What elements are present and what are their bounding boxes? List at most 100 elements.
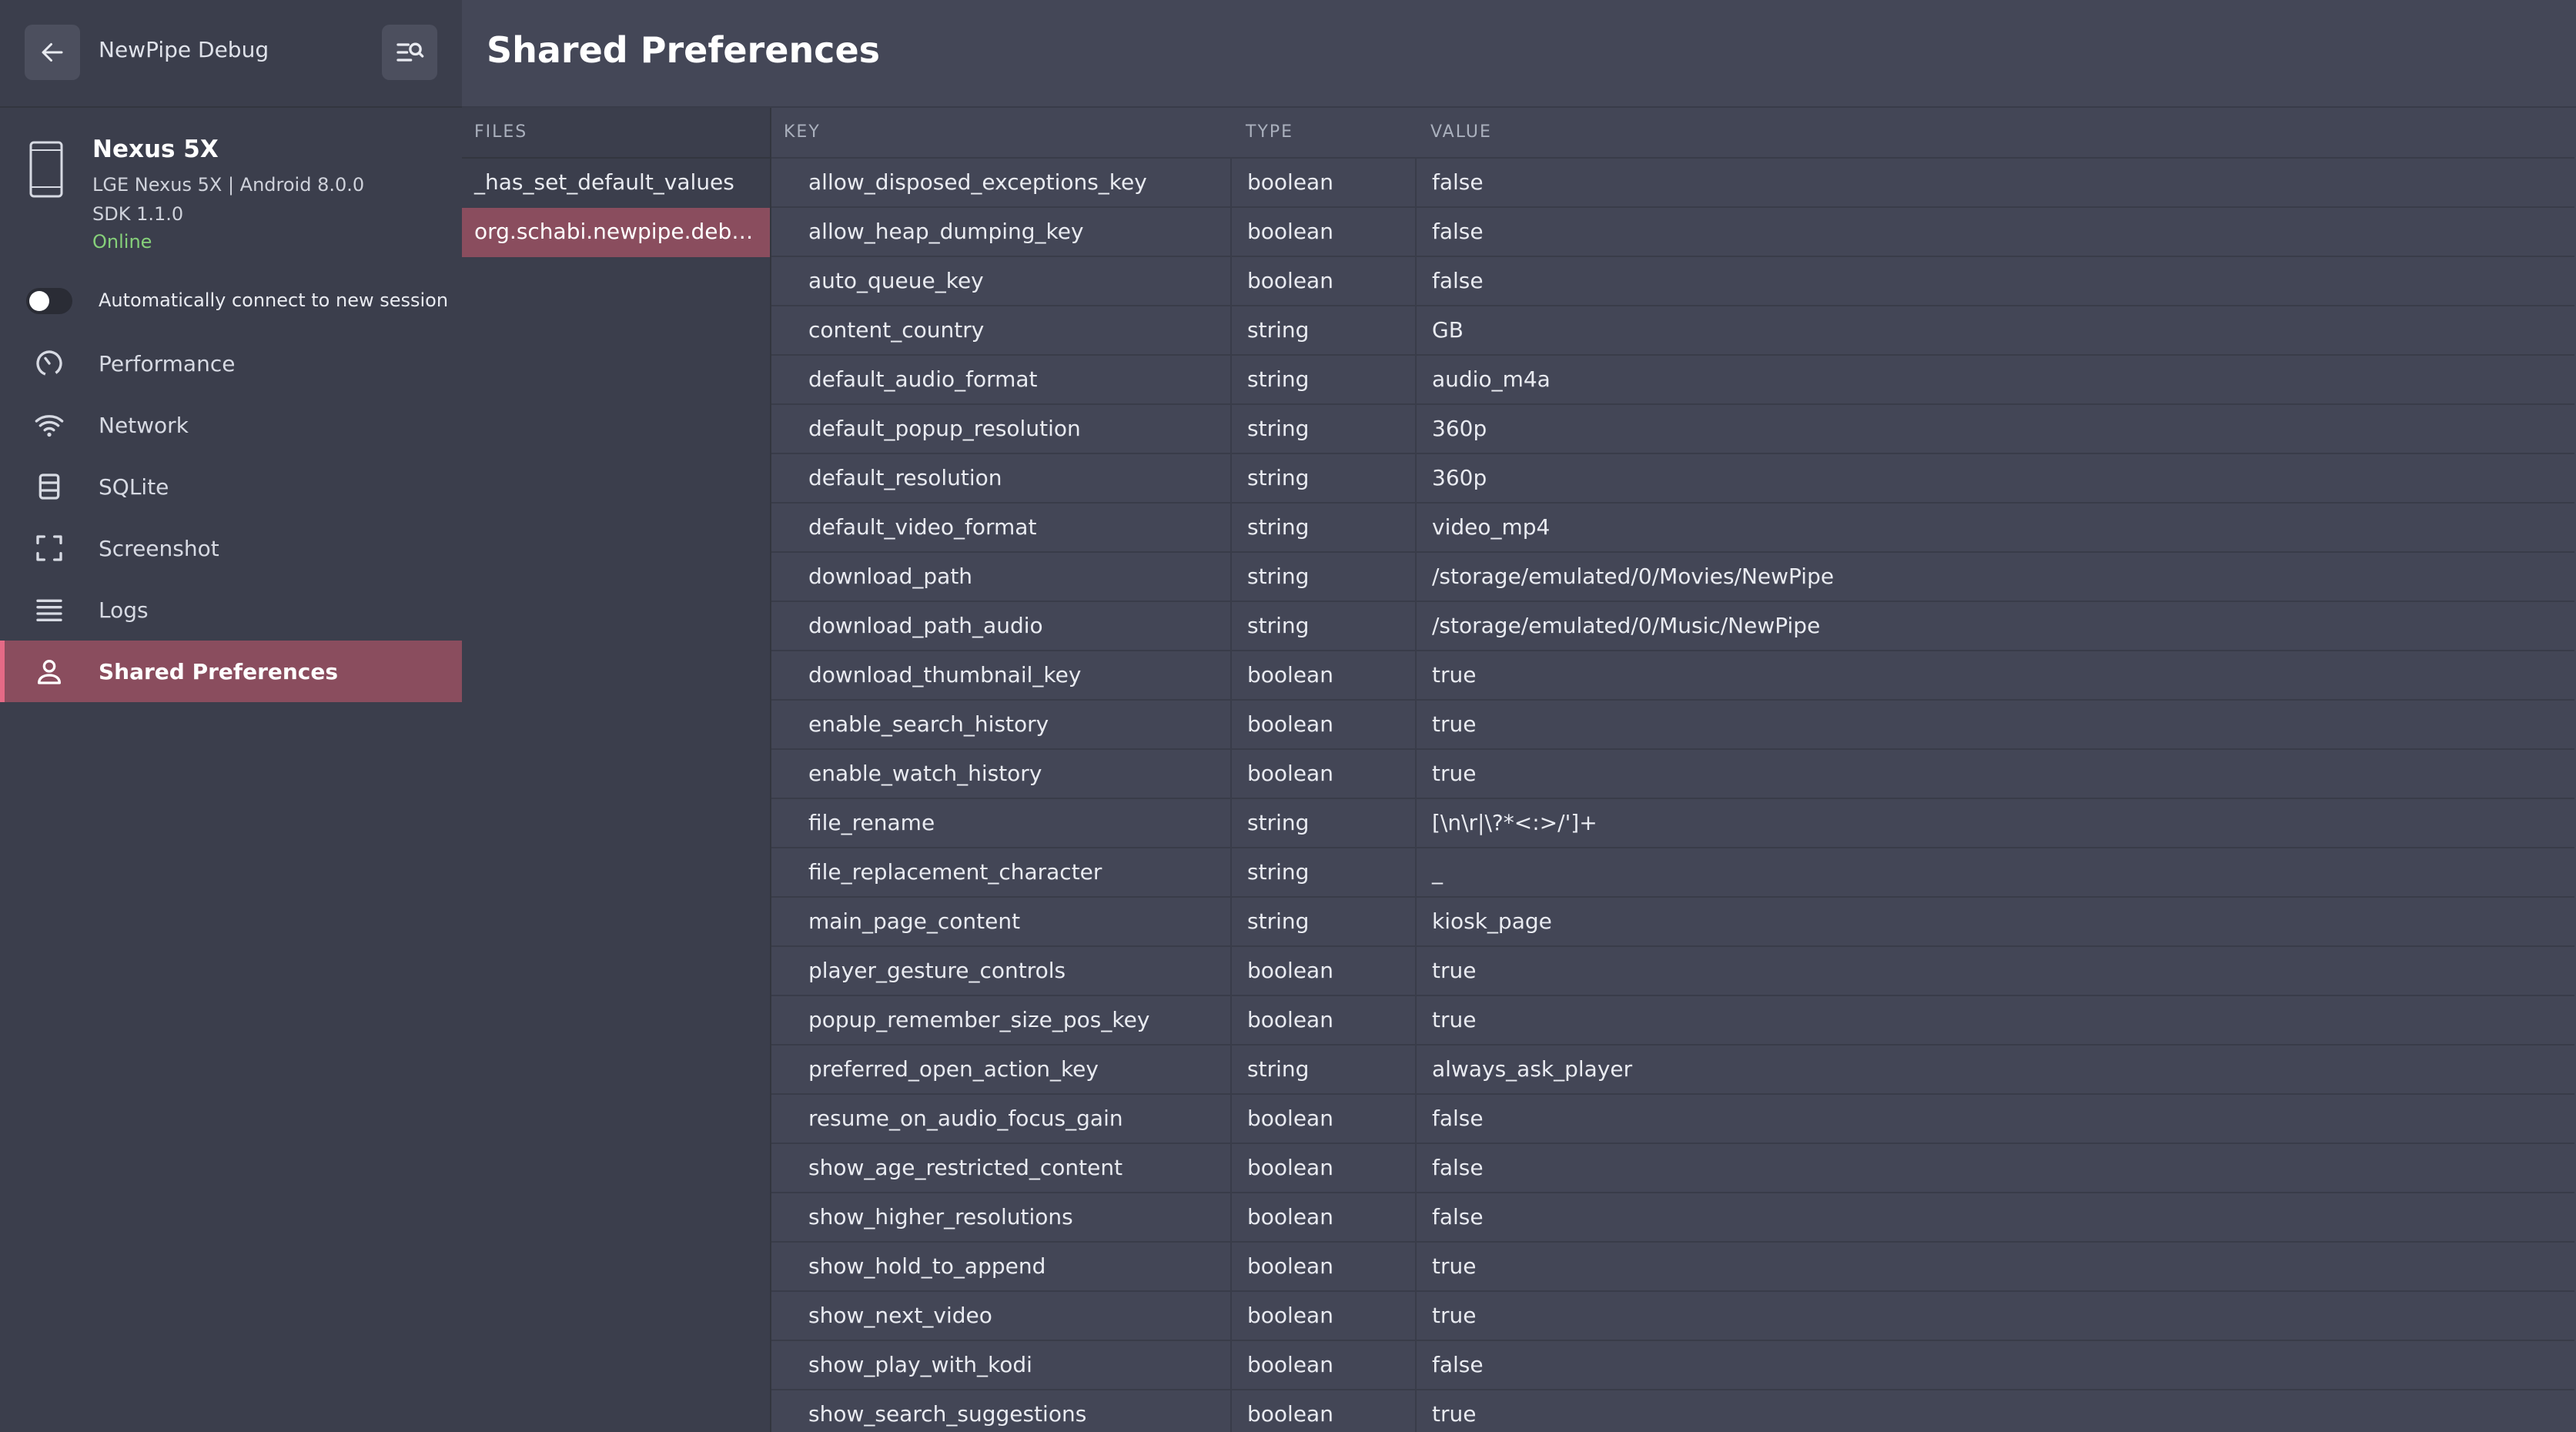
table-row[interactable]: preferred_open_action_key string always_as…: [771, 1046, 2574, 1095]
cell-type: boolean: [1230, 208, 1415, 256]
auto-connect-label: Automatically connect to new session: [99, 289, 449, 311]
cell-type: boolean: [1230, 996, 1415, 1044]
sidebar-item-logs[interactable]: Logs: [0, 579, 462, 641]
auto-connect-row: Automatically connect to new session: [0, 277, 462, 326]
cell-value: false: [1415, 1095, 2574, 1143]
cell-type: boolean: [1230, 750, 1415, 798]
table-row[interactable]: show_age_restricted_content boolean false: [771, 1144, 2574, 1193]
cell-value: audio_m4a: [1415, 356, 2574, 403]
column-header-type[interactable]: TYPE: [1246, 108, 1293, 157]
table-row[interactable]: allow_disposed_exceptions_key boolean fals…: [771, 159, 2574, 208]
table-row[interactable]: player_gesture_controls boolean true: [771, 947, 2574, 996]
cell-type: string: [1230, 799, 1415, 847]
table-row[interactable]: file_rename string [\n\r|\?*<:>/']+: [771, 799, 2574, 848]
cell-key: allow_disposed_exceptions_key: [808, 169, 1147, 195]
cell-value: video_mp4: [1415, 504, 2574, 551]
table-row[interactable]: allow_heap_dumping_key boolean false: [771, 208, 2574, 257]
cell-type: boolean: [1230, 159, 1415, 206]
table-row[interactable]: download_thumbnail_key boolean true: [771, 651, 2574, 701]
back-button[interactable]: [25, 25, 80, 80]
table-row[interactable]: resume_on_audio_focus_gain boolean false: [771, 1095, 2574, 1144]
table-row[interactable]: default_video_format string video_mp4: [771, 504, 2574, 553]
cell-key: download_thumbnail_key: [808, 662, 1082, 688]
cell-type: string: [1230, 898, 1415, 945]
cell-type: boolean: [1230, 1341, 1415, 1389]
screenshot-icon: [34, 533, 65, 564]
file-item[interactable]: _has_set_default_values: [462, 159, 770, 208]
cell-type: string: [1230, 553, 1415, 601]
person-icon: [34, 656, 65, 687]
table-row[interactable]: show_next_video boolean true: [771, 1292, 2574, 1341]
wifi-icon: [34, 410, 65, 440]
cell-value: false: [1415, 257, 2574, 305]
database-icon: [34, 471, 65, 502]
table-row[interactable]: enable_search_history boolean true: [771, 701, 2574, 750]
cell-value: always_ask_player: [1415, 1046, 2574, 1093]
table-row[interactable]: show_higher_resolutions boolean false: [771, 1193, 2574, 1243]
sidebar-item-sqlite[interactable]: SQLite: [0, 456, 462, 517]
table-row[interactable]: download_path string/storage/emulated/0/M…: [771, 553, 2574, 602]
cell-key: preferred_open_action_key: [808, 1056, 1099, 1082]
column-header-key[interactable]: KEY: [784, 108, 821, 157]
cell-value: GB: [1415, 306, 2574, 354]
table-row[interactable]: download_path_audio string/storage/emulat…: [771, 602, 2574, 651]
cell-type: string: [1230, 405, 1415, 453]
app-window: NewPipe Debug Nexus 5X LGE Nexus 5X | An…: [0, 0, 2576, 1432]
cell-type: boolean: [1230, 1390, 1415, 1432]
cell-value: false: [1415, 208, 2574, 256]
cell-type: string: [1230, 454, 1415, 502]
table-row[interactable]: default_audio_format string audio_m4a: [771, 356, 2574, 405]
table-row[interactable]: auto_queue_key boolean false: [771, 257, 2574, 306]
cell-type: boolean: [1230, 947, 1415, 995]
sidebar-item-shared-preferences[interactable]: Shared Preferences: [0, 641, 462, 702]
sidebar-item-label: Logs: [99, 597, 149, 623]
cell-value: true: [1415, 996, 2574, 1044]
sidebar-item-performance[interactable]: Performance: [0, 333, 462, 394]
device-model: LGE Nexus 5X | Android 8.0.0: [92, 174, 365, 196]
table-row[interactable]: show_hold_to_append boolean true: [771, 1243, 2574, 1292]
cell-value: true: [1415, 947, 2574, 995]
cell-value: /storage/emulated/0/Movies/NewPipe: [1415, 553, 2574, 601]
sidebar-item-network[interactable]: Network: [0, 394, 462, 456]
search-list-icon: [394, 37, 425, 68]
sidebar-header: NewPipe Debug: [0, 0, 462, 108]
cell-type: boolean: [1230, 651, 1415, 699]
table-row[interactable]: show_search_suggestions boolean true: [771, 1390, 2574, 1432]
table-row[interactable]: default_resolution string 360p: [771, 454, 2574, 504]
table-row[interactable]: default_popup_resolution string 360p: [771, 405, 2574, 454]
sidebar-item-screenshot[interactable]: Screenshot: [0, 517, 462, 579]
cell-key: auto_queue_key: [808, 268, 984, 293]
phone-icon: [28, 140, 65, 202]
cell-value: 360p: [1415, 405, 2574, 453]
cell-key: main_page_content: [808, 908, 1021, 934]
cell-key: show_next_video: [808, 1303, 992, 1328]
cell-type: boolean: [1230, 701, 1415, 748]
table-row[interactable]: main_page_content string kiosk_page: [771, 898, 2574, 947]
cell-value: true: [1415, 1292, 2574, 1340]
sidebar-item-label: Shared Preferences: [99, 659, 339, 684]
list-icon: [34, 594, 65, 625]
cell-type: string: [1230, 602, 1415, 650]
table-row[interactable]: file_replacement_character string _: [771, 848, 2574, 898]
cell-key: show_play_with_kodi: [808, 1352, 1032, 1377]
file-item-selected[interactable]: org.schabi.newpipe.debug_preferences: [462, 208, 770, 257]
table-row[interactable]: content_country string GB: [771, 306, 2574, 356]
search-list-button[interactable]: [382, 25, 437, 80]
cell-type: string: [1230, 504, 1415, 551]
cell-value: false: [1415, 1193, 2574, 1241]
sidebar-nav: Performance Network SQLite Screenshot Lo…: [0, 333, 462, 702]
cell-value: true: [1415, 651, 2574, 699]
main-content: Shared Preferences FILES _has_set_defaul…: [462, 0, 2576, 1432]
cell-key: default_resolution: [808, 465, 1002, 490]
column-header-value[interactable]: VALUE: [1430, 108, 1492, 157]
files-header: FILES: [462, 108, 770, 159]
cell-key: download_path: [808, 564, 973, 589]
table-row[interactable]: show_play_with_kodi boolean false: [771, 1341, 2574, 1390]
cell-value: false: [1415, 1341, 2574, 1389]
device-info: Nexus 5X LGE Nexus 5X | Android 8.0.0 SD…: [0, 108, 462, 277]
cell-value: [\n\r|\?*<:>/']+: [1415, 799, 2574, 847]
table-body: allow_disposed_exceptions_key boolean fals…: [771, 159, 2574, 1432]
table-row[interactable]: popup_remember_size_pos_key boolean true: [771, 996, 2574, 1046]
table-row[interactable]: enable_watch_history boolean true: [771, 750, 2574, 799]
auto-connect-toggle[interactable]: [26, 288, 72, 314]
